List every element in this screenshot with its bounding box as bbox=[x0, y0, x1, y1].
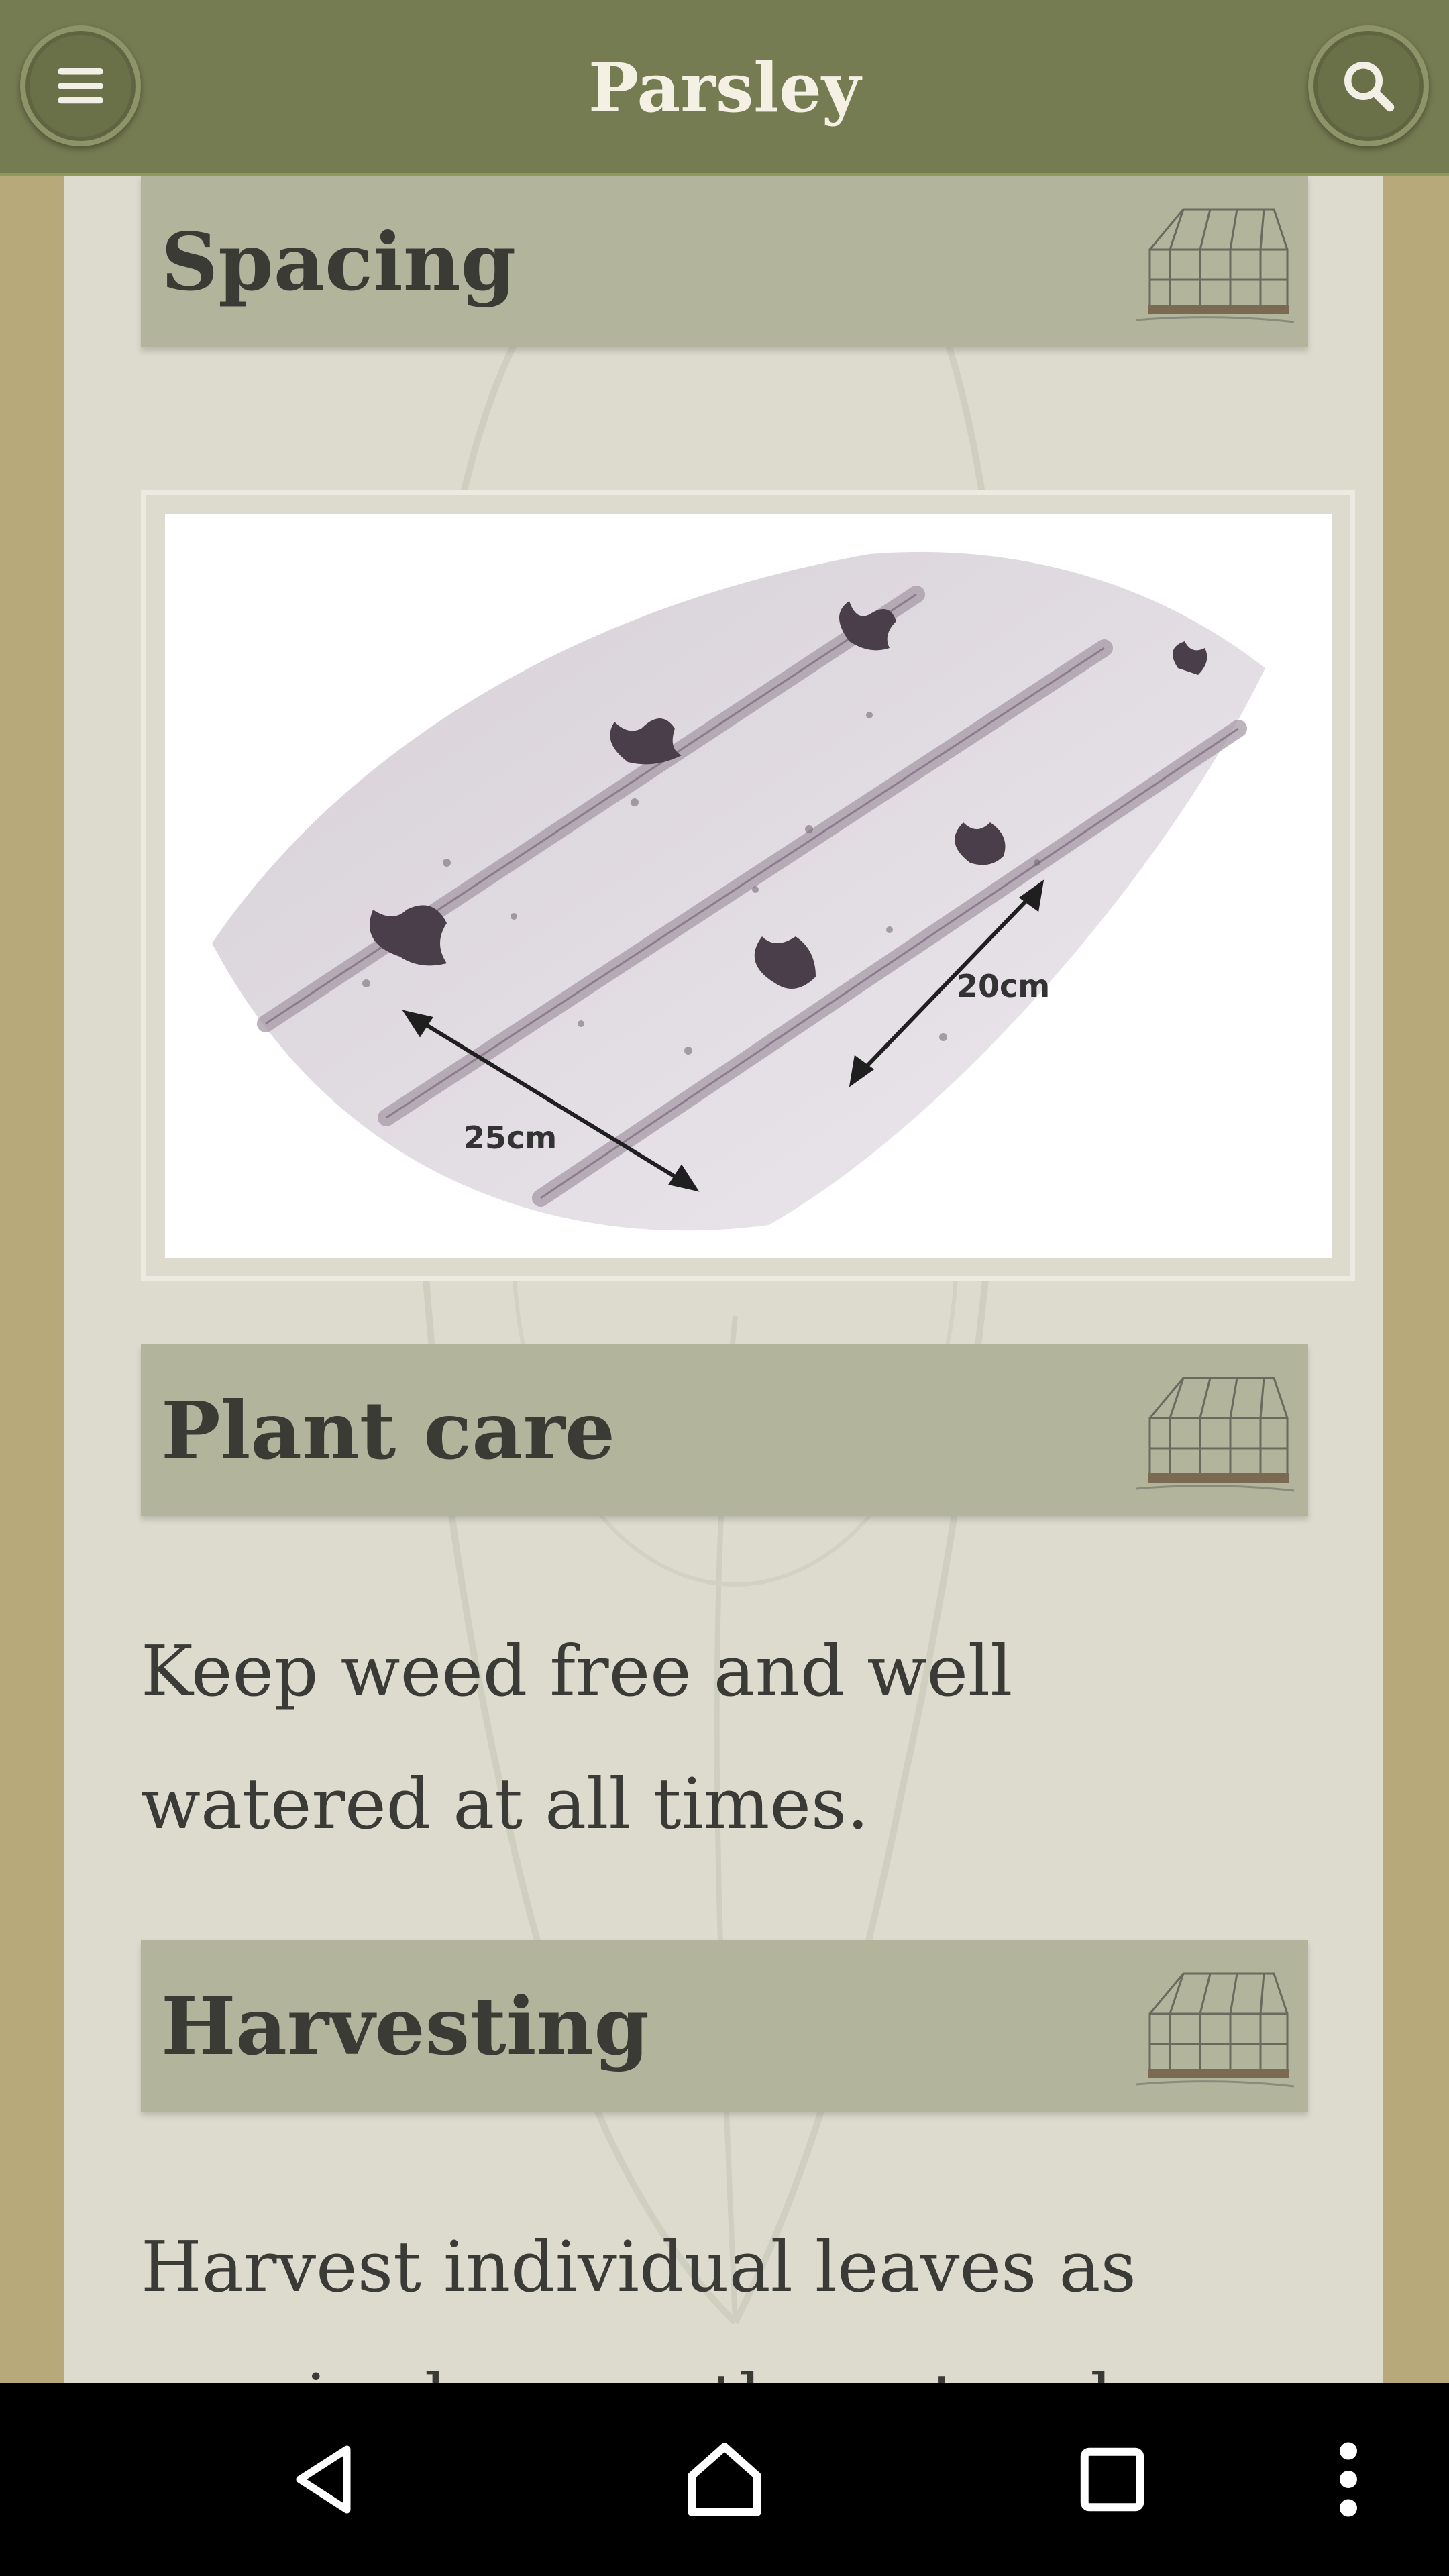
section-title-plant-care: Plant care bbox=[161, 1383, 615, 1477]
harvesting-text: Harvest individual leaves as required or… bbox=[141, 2226, 1136, 2383]
spacing-illustration-frame: 20cm 25cm bbox=[141, 490, 1355, 1281]
section-header-harvesting: Harvesting bbox=[141, 1940, 1308, 2112]
content-panel: Spacing 20cm 25cm Plant care Keep weed f… bbox=[64, 176, 1383, 2383]
spacing-illustration: 20cm 25cm bbox=[165, 514, 1332, 1258]
menu-icon bbox=[58, 68, 103, 104]
measure-label-25cm: 25cm bbox=[464, 1120, 557, 1156]
search-button[interactable] bbox=[1308, 25, 1429, 146]
search-icon bbox=[1344, 62, 1395, 112]
recents-icon bbox=[1080, 2447, 1144, 2512]
greenhouse-icon bbox=[1136, 1972, 1295, 2088]
section-header-spacing: Spacing bbox=[141, 176, 1308, 347]
menu-button[interactable] bbox=[20, 25, 141, 146]
soil-rows-drawing: 20cm 25cm bbox=[212, 551, 1265, 1231]
page-title: Parsley bbox=[588, 48, 861, 127]
more-options-button[interactable] bbox=[1248, 2383, 1449, 2576]
greenhouse-icon bbox=[1136, 208, 1295, 323]
section-title-spacing: Spacing bbox=[161, 215, 517, 309]
system-nav-bar bbox=[0, 2383, 1449, 2576]
measure-label-20cm: 20cm bbox=[957, 968, 1050, 1004]
back-icon bbox=[296, 2445, 351, 2514]
recents-button[interactable] bbox=[1012, 2383, 1213, 2576]
app-bar: Parsley bbox=[0, 0, 1449, 176]
home-icon bbox=[688, 2443, 761, 2516]
home-button[interactable] bbox=[624, 2383, 825, 2576]
back-button[interactable] bbox=[223, 2383, 424, 2576]
section-title-harvesting: Harvesting bbox=[161, 1979, 649, 2073]
section-header-plant-care: Plant care bbox=[141, 1344, 1308, 1516]
more-vert-icon bbox=[1340, 2442, 1357, 2517]
plant-care-text: Keep weed free and well watered at all t… bbox=[141, 1630, 1013, 1845]
greenhouse-icon bbox=[1136, 1377, 1295, 1492]
